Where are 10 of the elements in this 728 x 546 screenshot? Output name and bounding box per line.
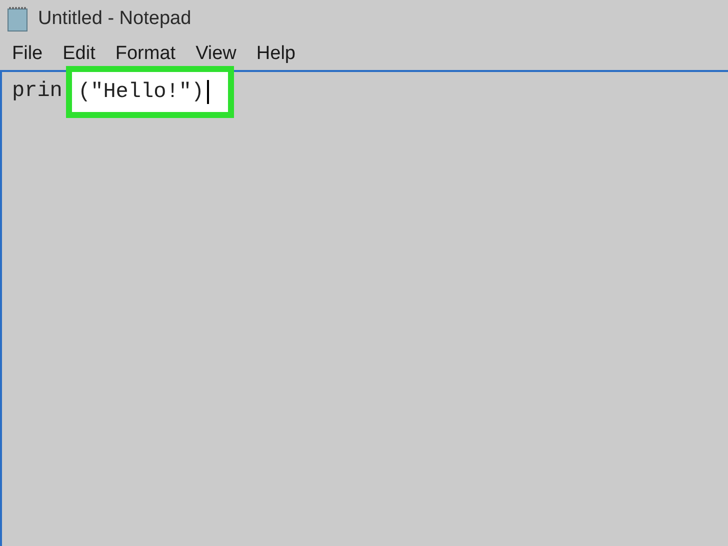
window-title: Untitled - Notepad bbox=[38, 8, 192, 30]
code-text: prin bbox=[12, 80, 62, 103]
notepad-icon bbox=[6, 6, 30, 32]
text-editor[interactable]: prin ("Hello!") bbox=[0, 70, 728, 546]
menu-item[interactable]: File bbox=[12, 43, 43, 65]
highlight-box: ("Hello!") bbox=[66, 66, 234, 118]
menu-item[interactable]: View bbox=[196, 43, 236, 65]
menu-item[interactable]: Help bbox=[256, 43, 296, 65]
menu-item[interactable]: Edit bbox=[62, 43, 96, 65]
menu-item[interactable]: Format bbox=[115, 43, 176, 65]
